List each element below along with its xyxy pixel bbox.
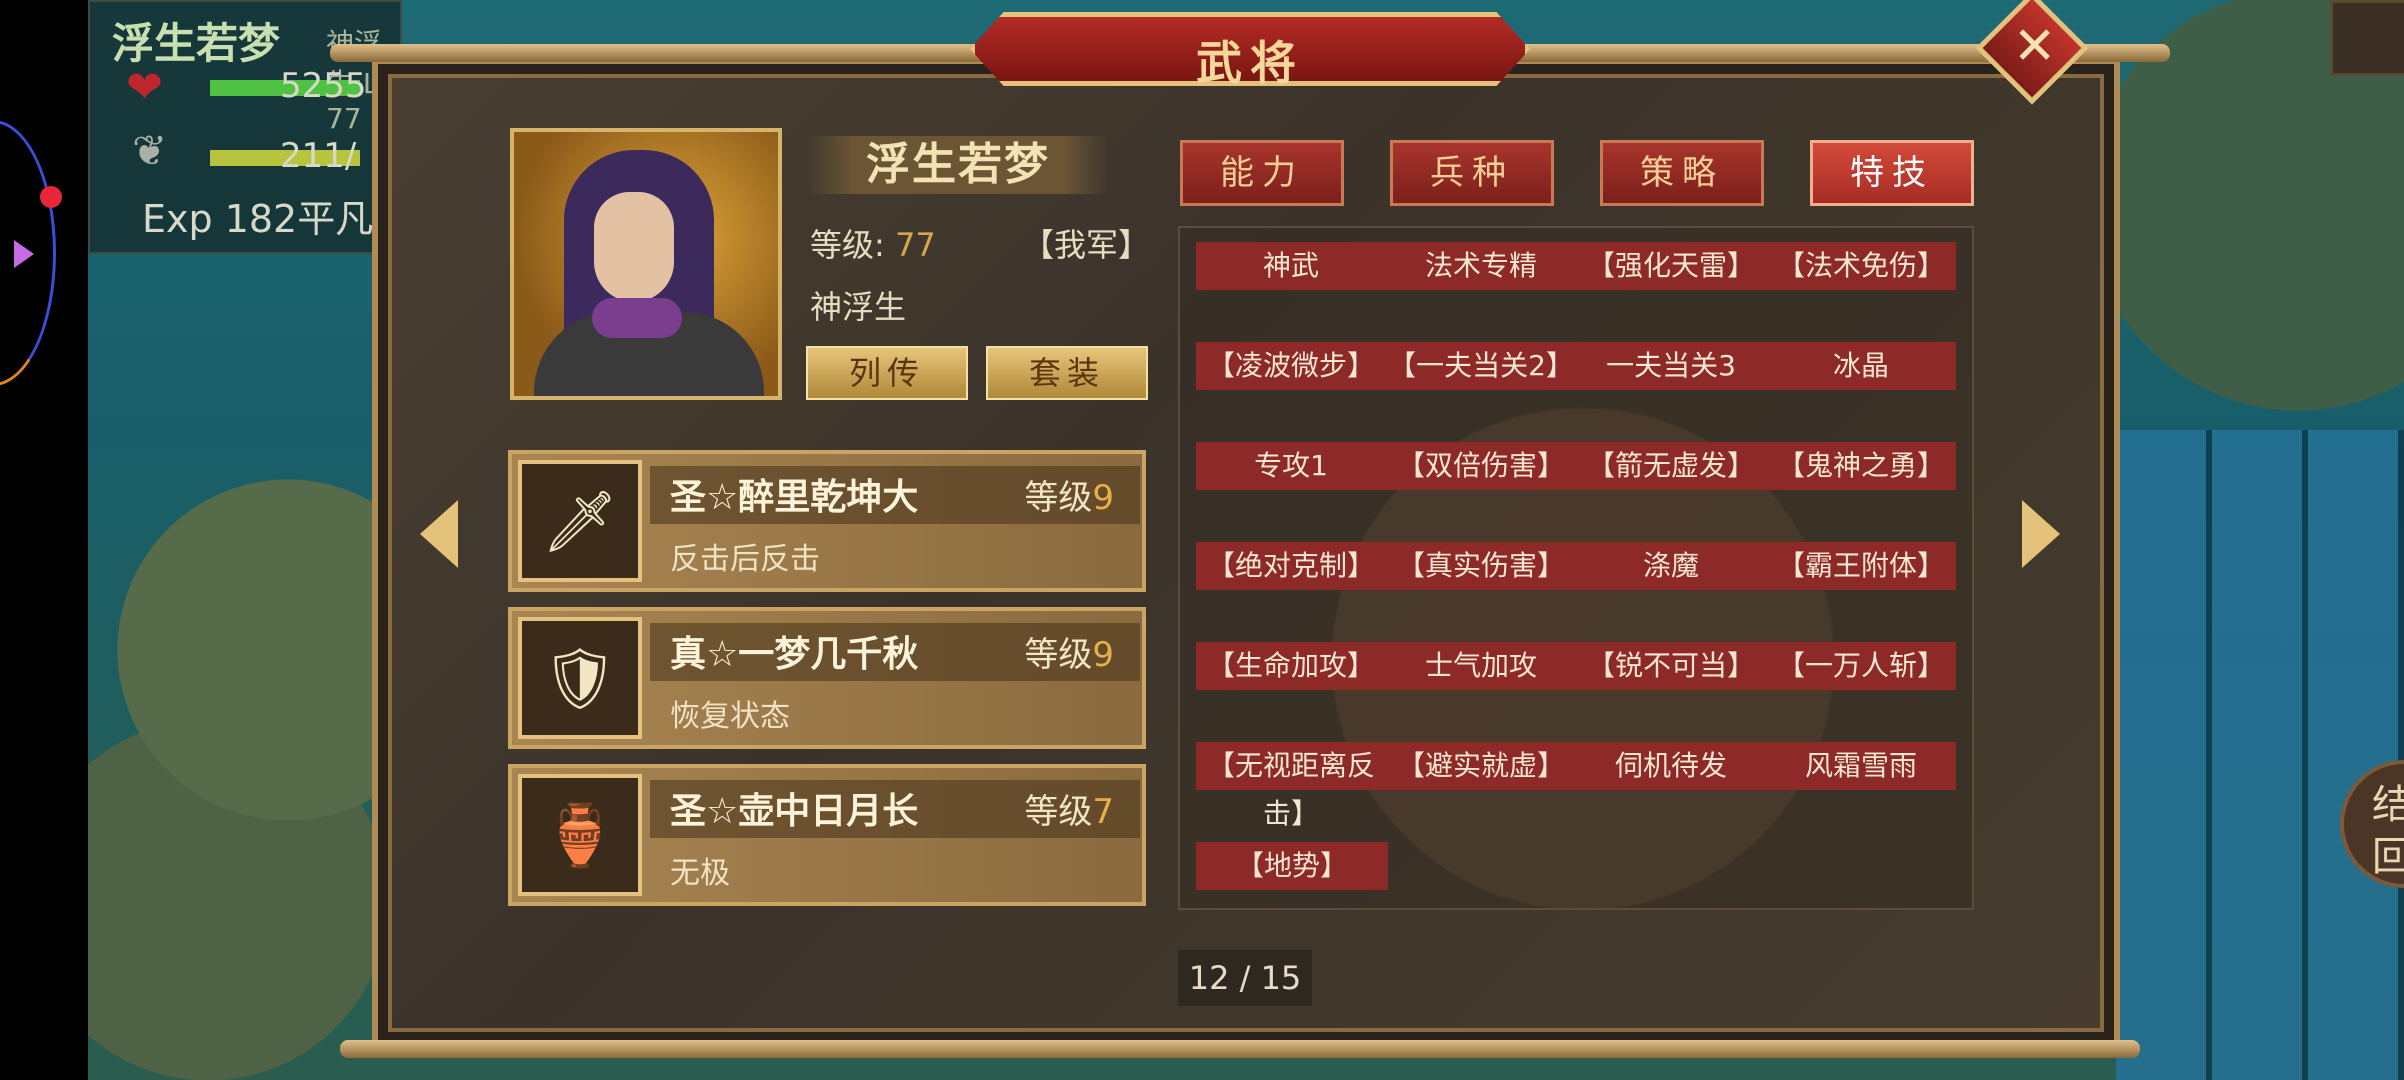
end-turn-char-2: 回 (2372, 834, 2404, 880)
skill-row: 神武 法术专精 【强化天雷】 【法术免伤】 (1196, 242, 1956, 290)
dialog-title-plate: 武将 (970, 12, 1530, 86)
level-label: 等级: (810, 226, 885, 264)
general-name-plate: 浮生若梦 (808, 136, 1108, 194)
page-indicator: 12 / 15 (1178, 950, 1312, 1006)
equipment-name: 圣☆壶中日月长 (670, 791, 919, 832)
skill-item[interactable]: 风霜雪雨 (1766, 742, 1956, 790)
skill-item[interactable]: 【无视距离反击】 (1186, 742, 1396, 830)
skill-item[interactable]: 【凌波微步】 (1196, 342, 1386, 390)
equipment-effect: 反击后反击 (670, 542, 820, 577)
recording-dot-icon (40, 186, 62, 208)
skill-item[interactable]: 【法术免伤】 (1766, 242, 1956, 290)
sword-icon: 🗡 (518, 460, 642, 582)
equipment-level: 等级7 (1024, 792, 1114, 832)
portrait-scarf (592, 298, 682, 338)
skill-item[interactable]: 【锐不可当】 (1576, 642, 1766, 690)
equipment-name: 真☆一梦几千秋 (670, 634, 919, 675)
skill-row: 专攻1 【双倍伤害】 【箭无虚发】 【鬼神之勇】 (1196, 442, 1956, 490)
tab-troop-type[interactable]: 兵种 (1390, 140, 1554, 206)
skill-item[interactable]: 【鬼神之勇】 (1766, 442, 1956, 490)
side-expand-icon[interactable] (14, 240, 34, 268)
tab-ability[interactable]: 能力 (1180, 140, 1344, 206)
skill-row: 【凌波微步】 【一夫当关2】 一夫当关3 冰晶 (1196, 342, 1956, 390)
skill-row: 【绝对克制】 【真实伤害】 涤魔 【霸王附体】 (1196, 542, 1956, 590)
armor-icon: 🛡 (518, 617, 642, 739)
general-name: 浮生若梦 (866, 139, 1050, 190)
level-value: 77 (894, 226, 936, 264)
next-general-arrow-icon[interactable] (2022, 500, 2060, 568)
skill-item[interactable]: 【一夫当关2】 (1386, 342, 1576, 390)
equipment-level: 等级9 (1024, 478, 1114, 518)
skill-item[interactable]: 专攻1 (1196, 442, 1386, 490)
skill-item[interactable]: 【霸王附体】 (1766, 542, 1956, 590)
skill-item[interactable]: 【一万人斩】 (1766, 642, 1956, 690)
equipment-level: 等级9 (1024, 635, 1114, 675)
skill-item[interactable]: 士气加攻 (1386, 642, 1576, 690)
biography-button[interactable]: 列传 (806, 346, 968, 400)
previous-general-arrow-icon[interactable] (420, 500, 458, 568)
skill-item[interactable]: 伺机待发 (1576, 742, 1766, 790)
close-icon: ✕ (2012, 16, 2057, 77)
left-system-strip (0, 0, 88, 1080)
skill-item[interactable]: 【生命加攻】 (1196, 642, 1386, 690)
end-turn-char-1: 结 (2372, 782, 2404, 828)
battle-grid (2116, 430, 2404, 1080)
map-corner-button[interactable] (2330, 0, 2404, 76)
general-faction: 【我军】 (1022, 226, 1151, 264)
skill-item[interactable]: 【箭无虚发】 (1576, 442, 1766, 490)
skill-item[interactable]: 法术专精 (1386, 242, 1576, 290)
skill-item[interactable]: 【地势】 (1196, 842, 1388, 890)
skill-row: 【无视距离反击】 【避实就虚】 伺机待发 风霜雪雨 (1196, 742, 1956, 830)
general-subtitle: 神浮生 (810, 288, 907, 326)
tab-strategy[interactable]: 策略 (1600, 140, 1764, 206)
skill-row: 【生命加攻】 士气加攻 【锐不可当】 【一万人斩】 (1196, 642, 1956, 690)
general-level: 等级: 77 (810, 220, 936, 266)
equipment-slot-accessory[interactable]: 🏺 圣☆壶中日月长 等级7 无极 (508, 764, 1146, 906)
feather-icon: ❦ (132, 126, 168, 175)
skill-item[interactable]: 一夫当关3 (1576, 342, 1766, 390)
hud-exp: Exp 182平凡 (142, 197, 374, 241)
heart-icon: ❤ (126, 62, 163, 113)
equipment-slot-weapon[interactable]: 🗡 圣☆醉里乾坤大 等级9 反击后反击 (508, 450, 1146, 592)
gourd-icon: 🏺 (518, 774, 642, 896)
hud-hp: 5255 (280, 66, 367, 106)
skill-item[interactable]: 【避实就虚】 (1386, 742, 1576, 790)
equipment-set-button[interactable]: 套装 (986, 346, 1148, 400)
tab-special-skills[interactable]: 特技 (1810, 140, 1974, 206)
equipment-slot-armor[interactable]: 🛡 真☆一梦几千秋 等级9 恢复状态 (508, 607, 1146, 749)
equipment-effect: 恢复状态 (670, 699, 790, 734)
skill-item[interactable]: 神武 (1196, 242, 1386, 290)
skill-item[interactable]: 涤魔 (1576, 542, 1766, 590)
skill-item[interactable]: 【强化天雷】 (1576, 242, 1766, 290)
equipment-effect: 无极 (670, 856, 730, 891)
skill-item[interactable]: 【真实伤害】 (1386, 542, 1576, 590)
equipment-name: 圣☆醉里乾坤大 (670, 477, 919, 518)
skill-item[interactable]: 【绝对克制】 (1196, 542, 1386, 590)
portrait-face (594, 192, 674, 302)
dialog-bottom-rail (340, 1040, 2140, 1058)
general-portrait (510, 128, 782, 400)
dialog-title: 武将 (1196, 36, 1304, 90)
skill-item[interactable]: 【双倍伤害】 (1386, 442, 1576, 490)
player-hud: 浮生若梦 神浮生 Lv 77 ❤ 5255 ❦ 211/ Exp 182平凡 (88, 0, 402, 254)
skill-item[interactable]: 冰晶 (1766, 342, 1956, 390)
hud-mp: 211/ (280, 136, 357, 176)
